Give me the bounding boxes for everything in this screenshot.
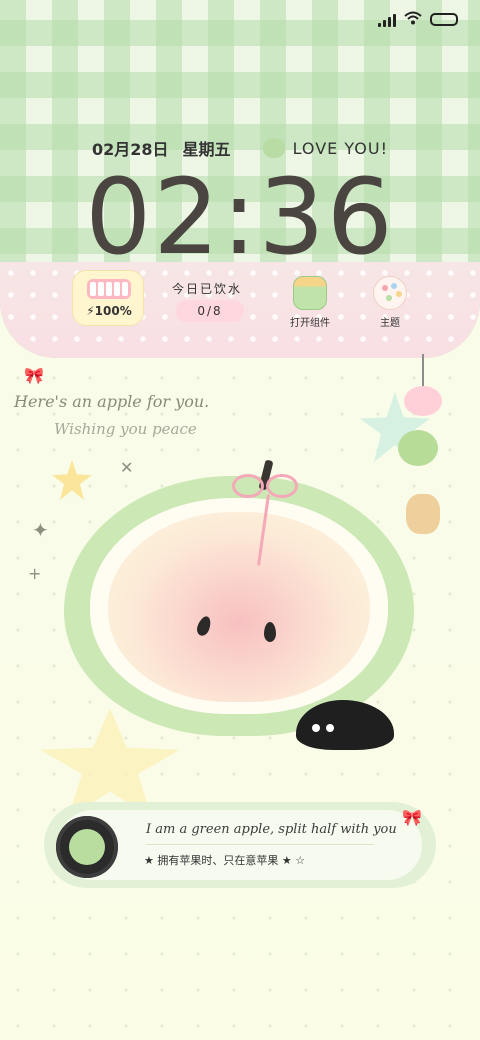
theme-button[interactable]: 主题 xyxy=(362,276,418,329)
theme-label: 主题 xyxy=(380,318,400,329)
battery-percent: ⚡100% xyxy=(86,304,132,318)
apple-seed xyxy=(264,622,276,642)
love-label: LOVE YOU! xyxy=(292,138,388,158)
open-widget-button[interactable]: 打开组件 xyxy=(282,276,338,329)
cat-eye xyxy=(312,724,320,732)
status-bar xyxy=(378,10,458,29)
jar-icon xyxy=(293,276,327,310)
lyric-text: ★ 拥有苹果时、只在意苹果 ★ ☆ xyxy=(144,854,306,867)
song-title: I am a green apple, split half with you xyxy=(146,822,397,837)
vinyl-record-icon[interactable] xyxy=(56,816,118,878)
apple-flesh xyxy=(108,512,370,702)
water-title: 今日已饮水 xyxy=(172,282,243,296)
apple-illustration xyxy=(64,459,414,736)
paw-charm-icon xyxy=(404,386,442,416)
sparkle-icon: ✕ xyxy=(120,458,134,477)
divider xyxy=(146,844,374,845)
wifi-icon xyxy=(404,10,422,29)
palette-icon xyxy=(373,276,407,310)
music-player-widget[interactable]: I am a green apple, split half with you … xyxy=(44,802,436,888)
battery-icon xyxy=(430,13,458,26)
handwriting-line-2: Wishing you peace xyxy=(54,420,197,438)
plus-icon: + xyxy=(28,564,42,583)
sparkle-icon: ✦ xyxy=(32,518,49,542)
widgets-row: ⚡100% 今日已饮水 0/8 打开组件 主题 xyxy=(72,270,412,332)
water-counter[interactable]: 0/8 xyxy=(176,300,244,322)
apple-label-icon xyxy=(69,829,105,865)
handwriting-line-1: Here's an apple for you. xyxy=(14,392,210,411)
open-widget-label: 打开组件 xyxy=(290,318,330,329)
clock: 02:36 xyxy=(85,156,395,278)
apple-icon xyxy=(262,138,285,158)
apple-charm-icon xyxy=(398,430,438,466)
cat-eye xyxy=(326,724,334,732)
battery-widget[interactable]: ⚡100% xyxy=(72,270,144,326)
signal-icon xyxy=(378,13,396,27)
bow-icon: 🎀 xyxy=(24,366,44,385)
bow-icon: 🎀 xyxy=(402,808,422,827)
ribbon-bow-icon xyxy=(232,470,298,500)
love-text: LOVE YOU! xyxy=(262,138,388,158)
battery-level-icon xyxy=(87,279,131,299)
